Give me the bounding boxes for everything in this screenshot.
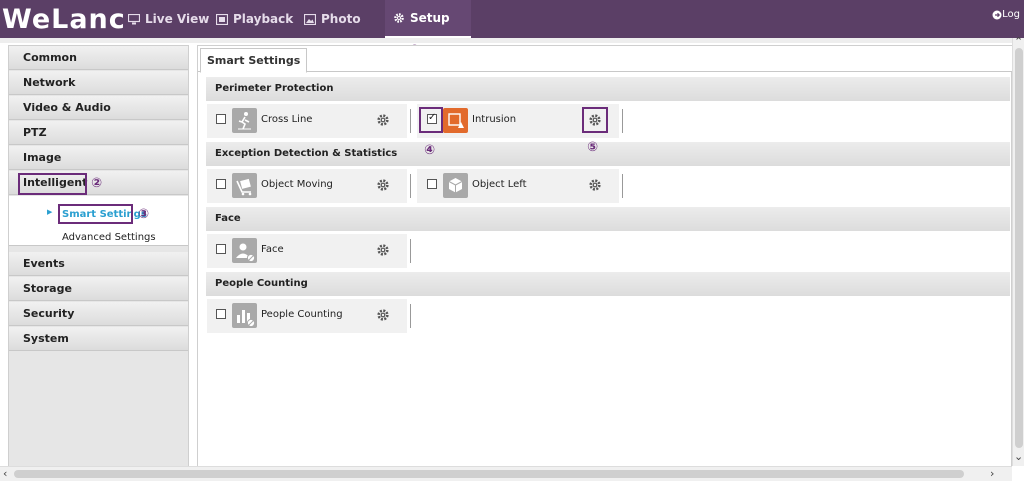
- nav-setup-label: Setup: [410, 11, 450, 25]
- feature-object-moving: Object Moving: [207, 169, 407, 203]
- highlight-intelligent: [18, 173, 87, 195]
- scroll-up-icon[interactable]: ⌃: [1014, 35, 1023, 48]
- face-label: Face: [261, 244, 284, 255]
- divider: [410, 109, 411, 133]
- feature-people-counting: People Counting: [207, 299, 407, 333]
- vertical-scrollbar[interactable]: ⌃ ⌄: [1012, 35, 1024, 466]
- highlight-smart-settings: [58, 204, 133, 224]
- feature-face: Face: [207, 234, 407, 268]
- nav-live-view-label: Live View: [145, 12, 210, 26]
- sidebar-item-network[interactable]: Network: [9, 71, 188, 95]
- divider: [410, 239, 411, 263]
- divider: [622, 109, 623, 133]
- object-left-icon: [443, 173, 468, 198]
- logo: WeLanc: [2, 4, 126, 35]
- sidebar-item-common[interactable]: Common: [9, 46, 188, 70]
- section-header-face: Face: [206, 207, 1010, 231]
- horizontal-scroll-thumb[interactable]: [14, 470, 964, 478]
- nav-setup[interactable]: Setup: [385, 0, 471, 38]
- monitor-icon: [128, 13, 140, 24]
- sidebar-subitem-advanced-settings[interactable]: Advanced Settings: [62, 232, 156, 243]
- people-counting-settings-gear-icon[interactable]: [376, 308, 390, 322]
- highlight-intrusion-checkbox: [419, 107, 443, 133]
- nav-live-view[interactable]: Live View: [128, 0, 209, 38]
- feature-cross-line: Cross Line: [207, 104, 407, 138]
- nav-photo-label: Photo: [321, 12, 361, 26]
- intrusion-icon: [443, 108, 468, 133]
- logout-icon: [992, 10, 1002, 19]
- film-icon: [216, 13, 228, 25]
- people-counting-checkbox[interactable]: [216, 309, 226, 319]
- object-moving-settings-gear-icon[interactable]: [376, 178, 390, 192]
- cross-line-settings-gear-icon[interactable]: [376, 113, 390, 127]
- annotation-2: ②: [91, 176, 103, 191]
- nav-playback[interactable]: Playback: [216, 0, 293, 38]
- object-left-label: Object Left: [472, 179, 527, 190]
- section-header-exception: Exception Detection & Statistics: [206, 142, 1010, 166]
- tab-bar: Smart Settings: [198, 46, 1013, 73]
- logout-button[interactable]: Log: [992, 9, 1020, 20]
- photo-icon: [304, 13, 316, 25]
- object-moving-label: Object Moving: [261, 179, 333, 190]
- object-left-checkbox[interactable]: [427, 179, 437, 189]
- cross-line-checkbox[interactable]: [216, 114, 226, 124]
- object-left-settings-gear-icon[interactable]: [588, 178, 602, 192]
- face-settings-gear-icon[interactable]: [376, 243, 390, 257]
- scroll-down-icon[interactable]: ⌄: [1014, 450, 1023, 463]
- top-bar: WeLanc Live View Playback Photo Setup Lo…: [0, 0, 1024, 38]
- sidebar-item-system[interactable]: System: [9, 327, 188, 351]
- logout-label: Log: [1002, 9, 1020, 20]
- cross-line-icon: [232, 108, 257, 133]
- annotation-4: ④: [424, 143, 436, 158]
- highlight-intrusion-gear: [582, 107, 608, 133]
- divider: [410, 174, 411, 198]
- object-moving-checkbox[interactable]: [216, 179, 226, 189]
- nav-playback-label: Playback: [233, 12, 294, 26]
- sidebar-item-ptz[interactable]: PTZ: [9, 121, 188, 145]
- caret-right-icon: ▶: [47, 208, 53, 216]
- section-header-perimeter: Perimeter Protection: [206, 77, 1010, 101]
- gear-icon: [394, 13, 404, 23]
- tab-smart-settings[interactable]: Smart Settings: [200, 48, 308, 73]
- cross-line-label: Cross Line: [261, 114, 313, 125]
- scroll-right-icon[interactable]: ›: [990, 467, 994, 480]
- face-checkbox[interactable]: [216, 244, 226, 254]
- people-counting-label: People Counting: [261, 309, 343, 320]
- nav-photo[interactable]: Photo: [304, 0, 361, 38]
- sidebar-item-image[interactable]: Image: [9, 146, 188, 170]
- vertical-scroll-thumb[interactable]: [1015, 48, 1023, 448]
- divider: [622, 174, 623, 198]
- feature-object-left: Object Left: [417, 169, 619, 203]
- sidebar: Common Network Video & Audio PTZ Image I…: [8, 45, 189, 467]
- intrusion-label: Intrusion: [472, 114, 517, 125]
- section-header-people-counting: People Counting: [206, 272, 1010, 296]
- sidebar-item-events[interactable]: Events: [9, 252, 188, 276]
- sidebar-item-security[interactable]: Security: [9, 302, 188, 326]
- divider: [410, 304, 411, 328]
- scroll-left-icon[interactable]: ‹: [3, 467, 7, 480]
- people-counting-icon: [232, 303, 257, 328]
- horizontal-scrollbar[interactable]: ‹ ›: [0, 466, 1012, 481]
- object-moving-icon: [232, 173, 257, 198]
- face-icon: [232, 238, 257, 263]
- sidebar-item-storage[interactable]: Storage: [9, 277, 188, 301]
- annotation-5: ⑤: [587, 140, 599, 155]
- annotation-3: ③: [138, 207, 150, 222]
- header-separator: [0, 38, 1024, 43]
- sidebar-item-video-audio[interactable]: Video & Audio: [9, 96, 188, 120]
